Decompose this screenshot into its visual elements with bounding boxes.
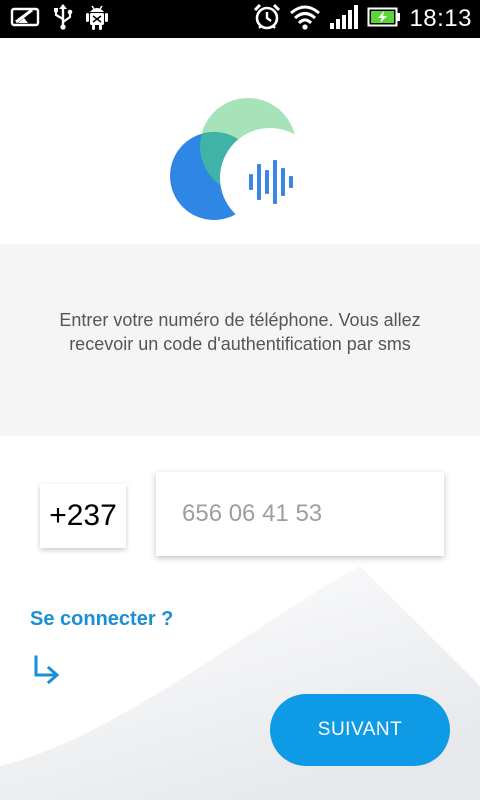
usb-icon: [52, 4, 74, 34]
logo-area: [0, 38, 480, 244]
next-button[interactable]: SUIVANT: [270, 694, 450, 766]
signal-icon: [329, 4, 359, 34]
status-right-icons: 18:13: [253, 3, 472, 35]
instruction-panel: Entrer votre numéro de téléphone. Vous a…: [0, 244, 480, 436]
phone-input[interactable]: [180, 499, 434, 529]
android-debug-icon: [86, 4, 108, 34]
status-bar: 18:13: [0, 0, 480, 38]
instruction-text: Entrer votre numéro de téléphone. Vous a…: [59, 310, 421, 354]
connect-link[interactable]: Se connecter ?: [30, 608, 173, 631]
notification-icon: [10, 6, 40, 32]
status-time: 18:13: [409, 5, 472, 32]
wifi-icon: [289, 4, 321, 34]
arrow-down-right-icon[interactable]: [32, 654, 62, 684]
battery-charging-icon: [367, 6, 401, 32]
phone-field[interactable]: [156, 472, 444, 556]
form-area: +237 Se connecter ? SUIVANT: [0, 436, 480, 800]
country-code-selector[interactable]: +237: [40, 484, 126, 548]
status-left-icons: [10, 4, 108, 34]
alarm-icon: [253, 3, 281, 35]
app-logo-icon: [170, 98, 300, 228]
